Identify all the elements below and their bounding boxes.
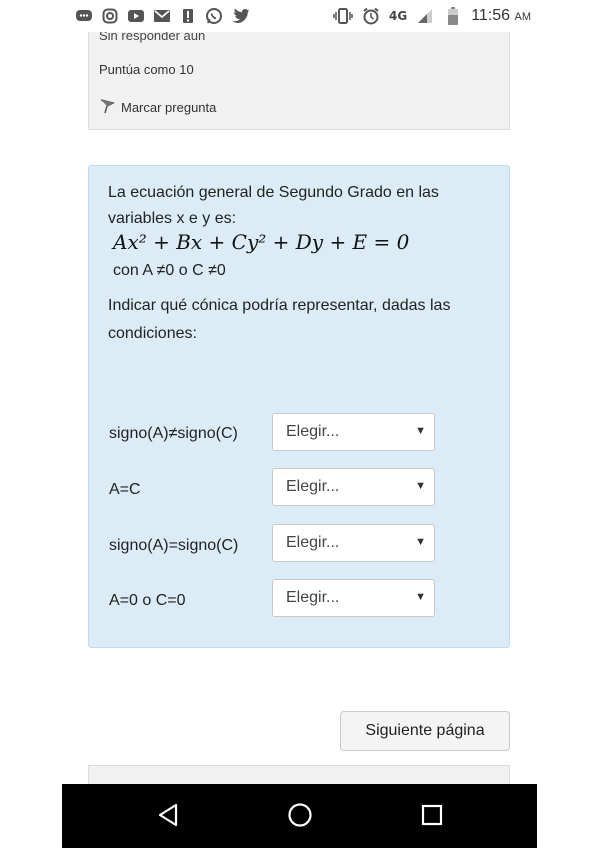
condition-label-3: signo(A)=signo(C) (109, 537, 239, 554)
condition-label-4: A=0 o C=0 (109, 592, 186, 609)
youtube-icon (126, 6, 146, 26)
clock-time: 11:56 (471, 7, 511, 24)
vibrate-icon (333, 6, 353, 26)
screen: 4G 11:56 AM Sin responder aún Puntúa com… (0, 0, 599, 848)
question-text: La ecuación general de Segundo Grado en … (108, 184, 439, 227)
equation-condition: con A ≠0 o C ≠0 (113, 262, 226, 279)
recents-square-icon (421, 804, 443, 831)
select-value: Elegir... (286, 589, 340, 606)
home-button[interactable] (283, 800, 317, 834)
answer-select-1[interactable]: Elegir... ▼ (272, 413, 435, 451)
dropdown-arrow-icon: ▼ (415, 480, 426, 492)
chat-icon (74, 6, 94, 26)
back-triangle-icon (157, 803, 179, 832)
select-value: Elegir... (286, 423, 340, 440)
network-type: 4G (388, 9, 408, 23)
gmail-icon (152, 6, 172, 26)
answer-select-3[interactable]: Elegir... ▼ (272, 524, 435, 562)
question-grade: Puntúa como 10 (99, 62, 194, 77)
back-button[interactable] (151, 800, 185, 834)
dropdown-arrow-icon: ▼ (415, 536, 426, 548)
flag-question-label: Marcar pregunta (121, 100, 217, 115)
next-page-button[interactable]: Siguiente página (340, 711, 510, 751)
previous-question-info: Sin responder aún Puntúa como 10 Marcar … (88, 20, 510, 130)
flag-icon (99, 98, 116, 117)
signal-icon (415, 6, 435, 26)
question-instruction: Indicar qué cónica podría representar, d… (108, 297, 451, 342)
status-bar: 4G 11:56 AM (62, 0, 537, 32)
select-value: Elegir... (286, 478, 340, 495)
dropdown-arrow-icon: ▼ (415, 425, 426, 437)
answer-select-2[interactable]: Elegir... ▼ (272, 468, 435, 506)
whatsapp-icon (204, 6, 224, 26)
condition-label-2: A=C (109, 481, 141, 498)
navigation-bar (62, 784, 537, 848)
answer-select-4[interactable]: Elegir... ▼ (272, 579, 435, 617)
home-circle-icon (287, 802, 313, 833)
question-card: La ecuación general de Segundo Grado en … (88, 165, 510, 648)
twitter-icon (230, 6, 250, 26)
battery-icon (443, 6, 463, 26)
recents-button[interactable] (415, 800, 449, 834)
instagram-icon (100, 6, 120, 26)
system-indicators: 4G 11:56 AM (333, 6, 531, 26)
general-equation: Ax² + Bx + Cy² + Dy + E = 0 (113, 230, 410, 254)
flag-question-link[interactable]: Marcar pregunta (99, 98, 216, 117)
alert-icon (178, 6, 198, 26)
clock-ampm: AM (514, 11, 532, 23)
alarm-icon (361, 6, 381, 26)
condition-label-1: signo(A)≠signo(C) (109, 425, 238, 442)
select-value: Elegir... (286, 534, 340, 551)
dropdown-arrow-icon: ▼ (415, 591, 426, 603)
notification-icons (74, 6, 250, 26)
clock: 11:56 AM (471, 7, 531, 25)
